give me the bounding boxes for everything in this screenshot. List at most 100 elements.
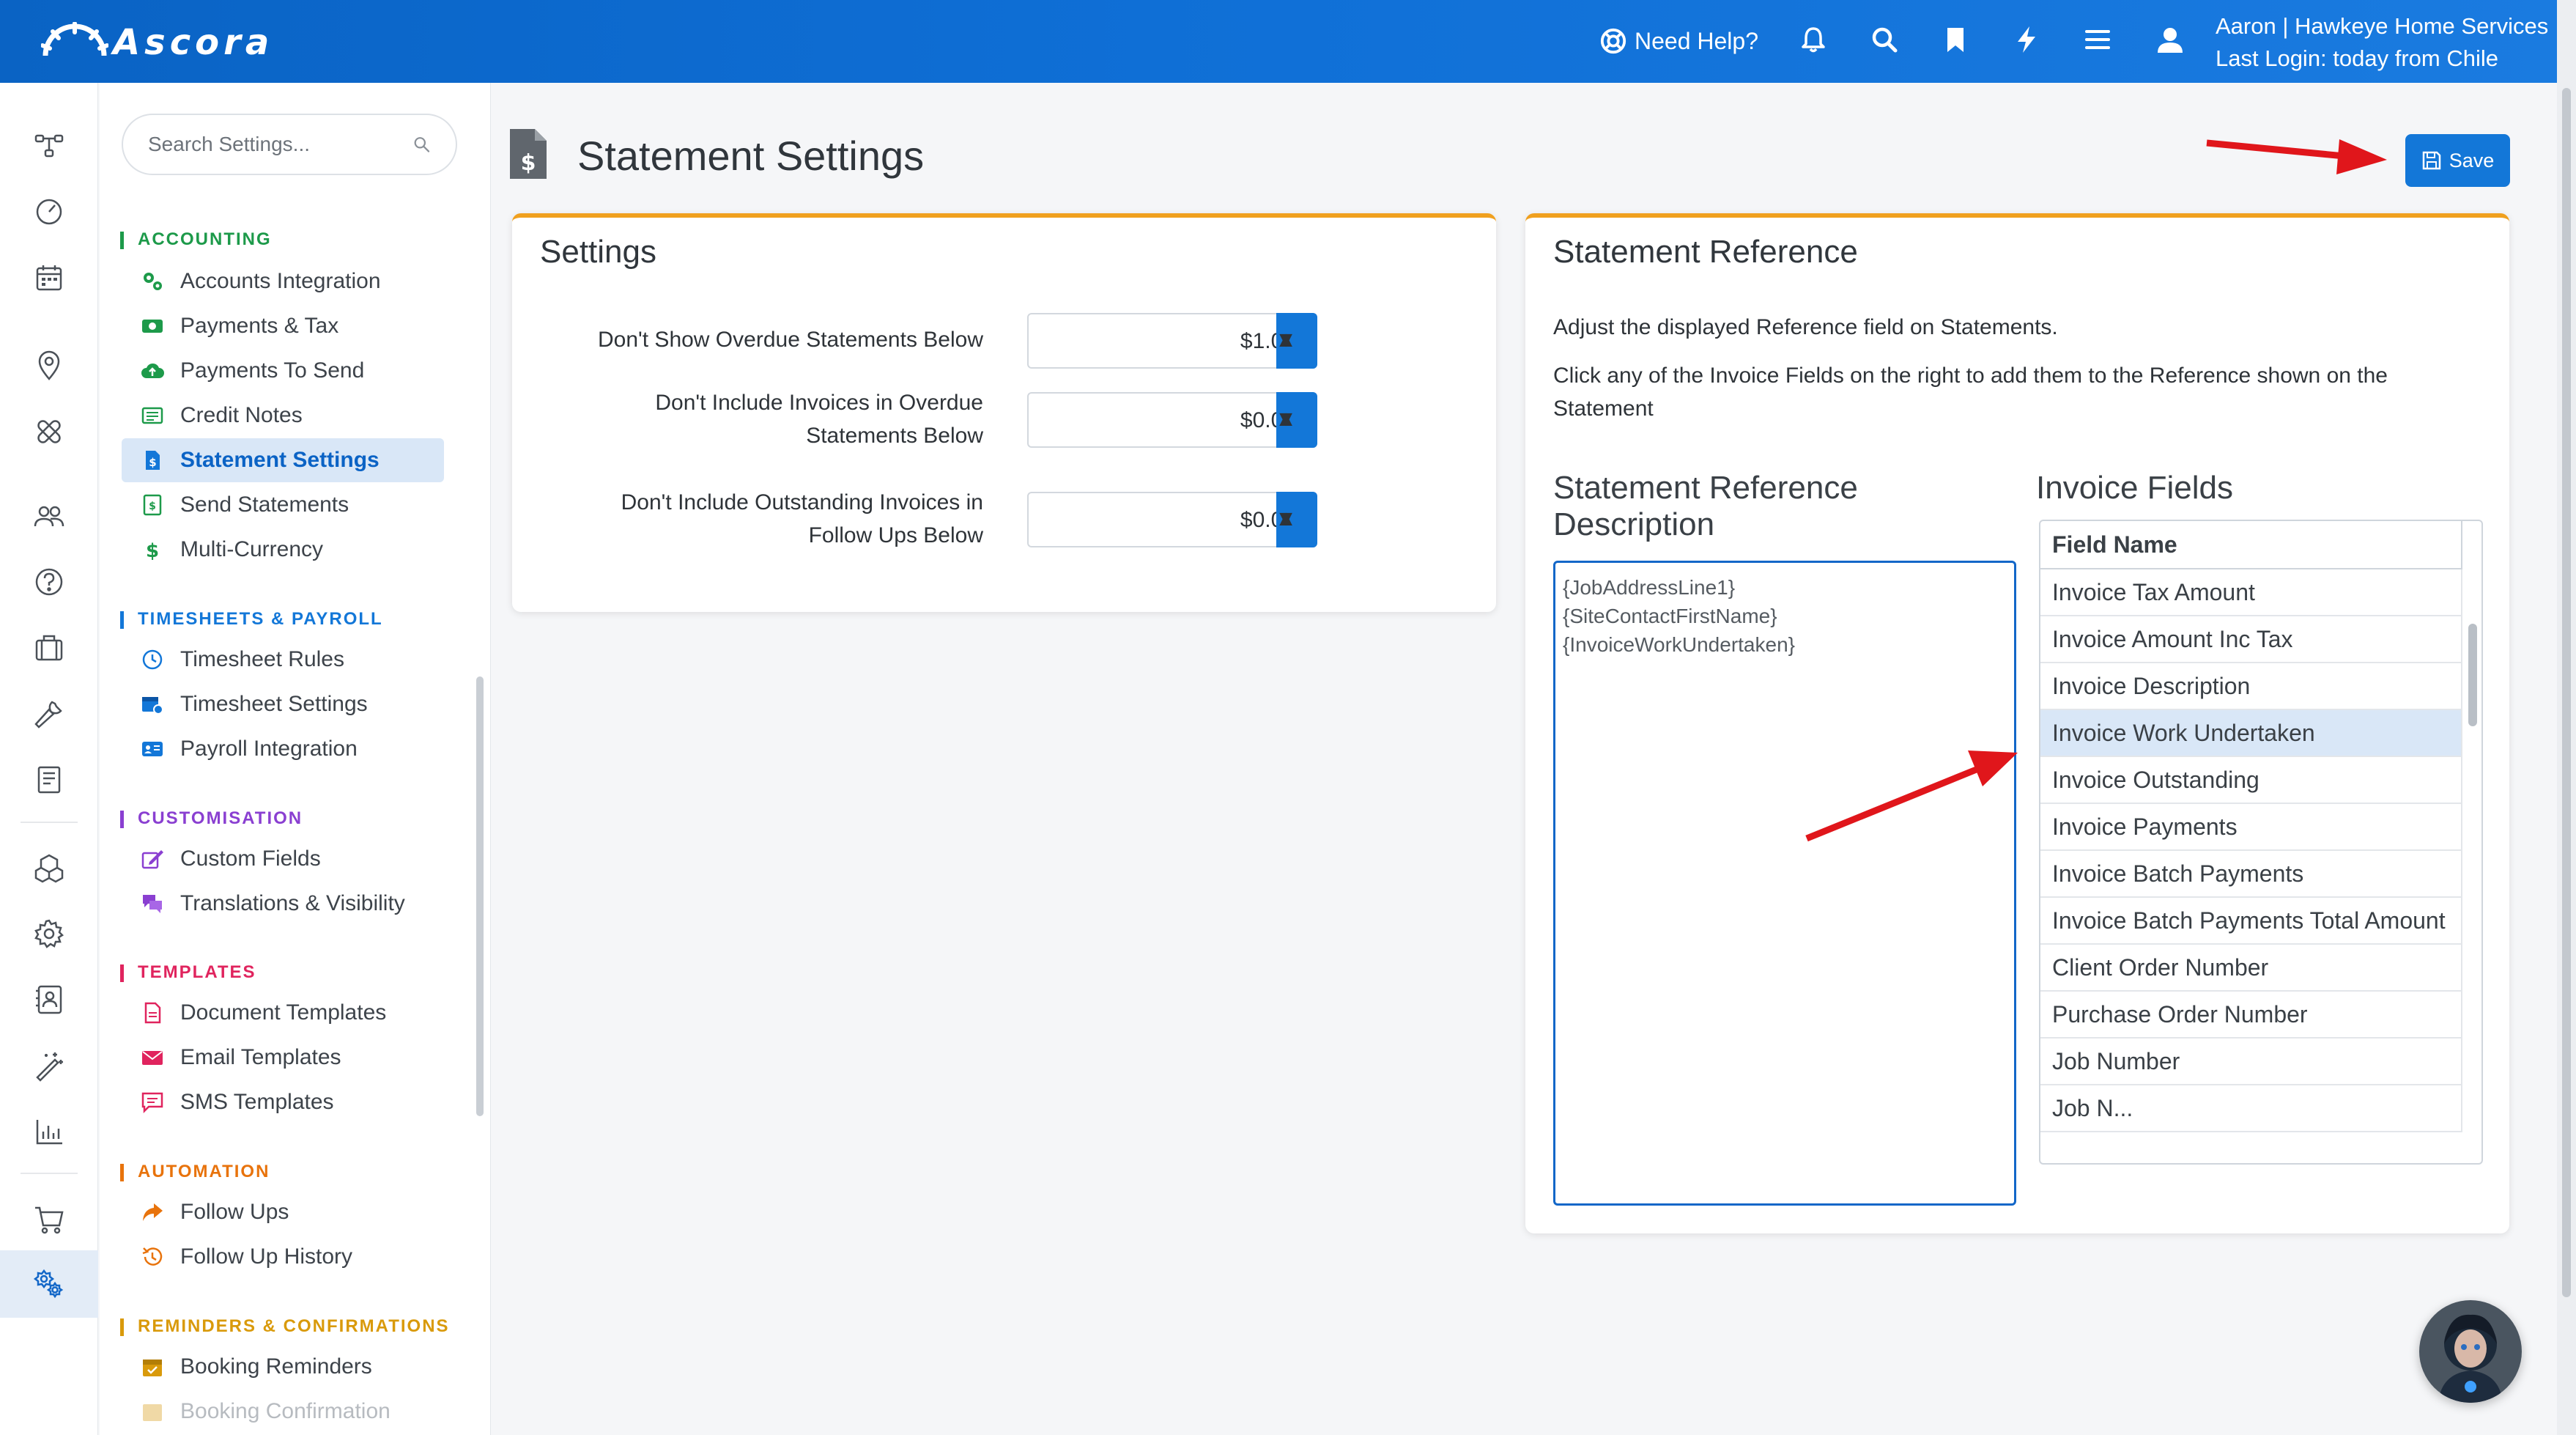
nav-booking-reminders[interactable]: Booking Reminders: [122, 1345, 444, 1389]
statement-reference-card: Statement Reference Adjust the displayed…: [1525, 213, 2509, 1233]
nav-item-label: Custom Fields: [180, 846, 321, 871]
send-document-icon: $: [139, 492, 166, 518]
table-row[interactable]: Job N...: [2040, 1085, 2462, 1132]
nav-credit-notes[interactable]: Credit Notes: [122, 394, 444, 438]
bookmark-icon[interactable]: [1939, 23, 1972, 56]
need-help-label: Need Help?: [1635, 27, 1758, 54]
nav-timesheet-settings[interactable]: Timesheet Settings: [122, 682, 444, 726]
chat-assistant-avatar[interactable]: [2419, 1300, 2522, 1403]
dashboard-icon[interactable]: [30, 193, 68, 231]
gear-icon[interactable]: [30, 915, 68, 953]
need-help-button[interactable]: Need Help?: [1599, 25, 1758, 57]
nav-translations-visibility[interactable]: Translations & Visibility: [122, 882, 444, 926]
menu-icon[interactable]: [2081, 23, 2114, 56]
settings-gears-icon[interactable]: [0, 1250, 98, 1318]
table-row[interactable]: Invoice Outstanding: [2040, 757, 2462, 804]
save-button[interactable]: Save: [2405, 134, 2510, 187]
nav-email-templates[interactable]: Email Templates: [122, 1036, 444, 1080]
nav-multi-currency[interactable]: $ Multi-Currency: [122, 528, 444, 572]
spinner-buttons[interactable]: ▲ ▼: [1275, 313, 1317, 369]
settings-nav: ACCOUNTING Accounts Integration Payments…: [100, 83, 491, 1435]
last-login-line: Last Login: today from Chile: [2216, 45, 2498, 71]
flow-icon[interactable]: [30, 127, 68, 165]
spin-down-icon[interactable]: ▼: [1275, 506, 1297, 531]
table-row[interactable]: Invoice Batch Payments: [2040, 851, 2462, 898]
people-icon[interactable]: [30, 497, 68, 535]
magic-wand-icon[interactable]: [30, 1047, 68, 1085]
nav-follow-up-history[interactable]: Follow Up History: [122, 1235, 444, 1279]
briefcase-icon[interactable]: [30, 629, 68, 667]
page-scroll-thumb[interactable]: [2562, 88, 2571, 1297]
table-row[interactable]: Client Order Number: [2040, 945, 2462, 992]
table-row[interactable]: Invoice Batch Payments Total Amount: [2040, 898, 2462, 945]
boxes-icon[interactable]: [30, 849, 68, 887]
nav-payroll-integration[interactable]: Payroll Integration: [122, 727, 444, 771]
search-icon[interactable]: [412, 132, 431, 157]
table-row-selected[interactable]: Invoice Work Undertaken: [2040, 710, 2462, 757]
section-customisation: CUSTOMISATION: [120, 808, 303, 829]
reference-textarea[interactable]: {JobAddressLine1} {SiteContactFirstName}…: [1553, 561, 2016, 1206]
spinner-buttons[interactable]: ▲ ▼: [1275, 492, 1317, 547]
nav-custom-fields[interactable]: Custom Fields: [122, 837, 444, 881]
nav-item-label: Accounts Integration: [180, 269, 381, 293]
nav-booking-confirmation[interactable]: Booking Confirmation: [122, 1390, 444, 1434]
nav-timesheet-rules[interactable]: Timesheet Rules: [122, 638, 444, 682]
wrench-icon[interactable]: [30, 695, 68, 733]
table-scrollbar[interactable]: [2468, 624, 2477, 726]
nav-document-templates[interactable]: Document Templates: [122, 991, 444, 1035]
statement-document-icon: $: [510, 129, 547, 179]
contact-icon[interactable]: [30, 981, 68, 1019]
followup-invoices-input[interactable]: $0.00 ▲ ▼: [1027, 492, 1317, 547]
section-automation: AUTOMATION: [120, 1162, 270, 1182]
nav-sms-templates[interactable]: SMS Templates: [122, 1080, 444, 1124]
id-card-icon: [139, 736, 166, 762]
table-row[interactable]: Invoice Amount Inc Tax: [2040, 616, 2462, 663]
calendar-icon[interactable]: [30, 259, 68, 297]
spin-down-icon[interactable]: ▼: [1275, 328, 1297, 353]
overdue-statements-input[interactable]: $1.00 ▲ ▼: [1027, 313, 1317, 369]
nav-accounts-integration[interactable]: Accounts Integration: [122, 259, 444, 303]
page-scrollbar[interactable]: [2557, 0, 2576, 1435]
cart-icon[interactable]: [30, 1200, 68, 1239]
nav-payments-to-send[interactable]: Payments To Send: [122, 349, 444, 393]
lightning-icon[interactable]: [2010, 23, 2043, 56]
nav-item-label: Multi-Currency: [180, 537, 324, 561]
spin-down-icon[interactable]: ▼: [1275, 407, 1297, 432]
overdue-invoices-input[interactable]: $0.05 ▲ ▼: [1027, 392, 1317, 448]
bell-icon[interactable]: [1797, 23, 1829, 56]
nav-item-label: Booking Reminders: [180, 1354, 372, 1379]
reference-description-title: Statement Reference Description: [1553, 470, 1858, 542]
location-icon[interactable]: [30, 347, 68, 385]
table-row[interactable]: Purchase Order Number: [2040, 992, 2462, 1039]
user-info[interactable]: Aaron | Hawkeye Home Services Last Login…: [2216, 10, 2548, 75]
nav-follow-ups[interactable]: Follow Ups: [122, 1190, 444, 1234]
history-icon: [139, 1244, 166, 1270]
nav-statement-settings[interactable]: $ Statement Settings: [122, 438, 444, 482]
nav-send-statements[interactable]: $ Send Statements: [122, 483, 444, 527]
nav-item-label: Send Statements: [180, 493, 349, 517]
envelope-icon: [139, 1044, 166, 1071]
settings-card: Settings Don't Show Overdue Statements B…: [512, 213, 1496, 612]
table-row[interactable]: Invoice Description: [2040, 663, 2462, 710]
bandage-icon[interactable]: [30, 413, 68, 451]
followup-invoices-label: Don't Include Outstanding Invoices in Fo…: [621, 490, 983, 547]
spinner-buttons[interactable]: ▲ ▼: [1275, 392, 1317, 448]
notebook-icon[interactable]: [30, 761, 68, 799]
nav-item-label: Translations & Visibility: [180, 891, 405, 915]
invoice-fields-table[interactable]: Field Name Invoice Tax Amount Invoice Am…: [2039, 520, 2483, 1165]
nav-payments-tax[interactable]: Payments & Tax: [122, 304, 444, 348]
document-icon: [139, 1000, 166, 1026]
table-row[interactable]: Invoice Tax Amount: [2040, 569, 2462, 616]
chart-icon[interactable]: [30, 1113, 68, 1151]
nav-scrollbar[interactable]: [476, 676, 484, 1116]
table-row[interactable]: Invoice Payments: [2040, 804, 2462, 851]
settings-search-input[interactable]: [148, 133, 412, 156]
table-row[interactable]: Job Number: [2040, 1039, 2462, 1085]
search-icon[interactable]: [1868, 23, 1900, 56]
ascora-logo[interactable]: Ascora: [41, 22, 273, 63]
clock-icon: [139, 646, 166, 673]
logo-text: Ascora: [113, 22, 274, 63]
help-icon[interactable]: [30, 563, 68, 601]
user-icon[interactable]: [2154, 23, 2186, 56]
settings-search[interactable]: [122, 114, 457, 175]
